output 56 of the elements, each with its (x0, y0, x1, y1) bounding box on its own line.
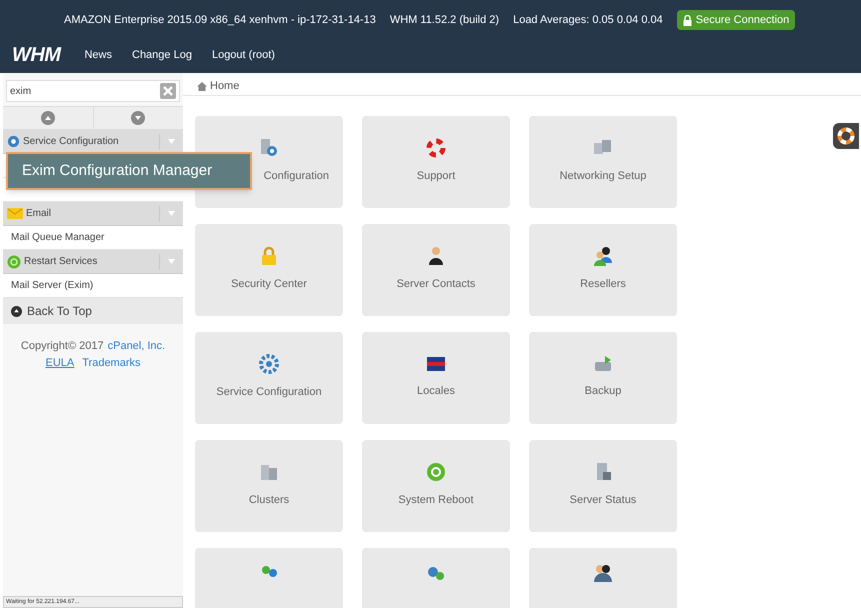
restart-icon (7, 254, 21, 268)
server-info: AMAZON Enterprise 2015.09 x86_64 xenhvm - ip-172-31-14-13 (64, 12, 376, 28)
back-to-top-link[interactable]: Back To Top (3, 298, 183, 324)
whm-logo[interactable]: WHM (12, 40, 60, 70)
sidebar-section-header[interactable]: Restart Services (3, 250, 183, 274)
tooltip: Exim Configuration Manager (6, 152, 252, 190)
load-averages: Load Averages: 0.05 0.04 0.04 (513, 12, 663, 28)
servers-icon (259, 462, 279, 482)
breadcrumb-home[interactable]: Home (210, 78, 240, 94)
tool-tile[interactable]: Security Center (195, 224, 343, 316)
tool-tile[interactable]: Support (362, 116, 510, 208)
copyright-text: Copyright© 2017 (20, 339, 104, 354)
person-icon (428, 246, 444, 266)
secure-connection-badge: Secure Connection (676, 10, 796, 30)
gear-icon (7, 135, 20, 148)
gear-icon (259, 354, 279, 374)
backup-drive-icon (593, 355, 613, 374)
lifebuoy-icon (426, 138, 446, 158)
whm-version: WHM 11.52.2 (build 2) (390, 12, 500, 28)
tool-tile[interactable]: Server Contacts (362, 224, 510, 316)
tool-tile[interactable]: Clusters (195, 440, 343, 532)
search-field[interactable]: exim (6, 80, 180, 102)
caret-icon (168, 139, 175, 144)
tool-tile[interactable]: Server Status (529, 440, 677, 532)
home-icon (197, 82, 207, 91)
search-input[interactable]: exim (10, 84, 130, 98)
company-link[interactable]: cPanel, Inc. (108, 338, 166, 354)
people-icon (593, 564, 613, 582)
sidebar-section-header[interactable]: Service Configuration (3, 130, 183, 154)
nav-link[interactable]: Change Log (132, 46, 192, 64)
caret-icon (168, 211, 175, 216)
tool-tile[interactable]: Service Configuration (195, 332, 343, 424)
nav-link[interactable]: Logout (root) (212, 46, 275, 64)
help-button[interactable] (833, 123, 859, 149)
clear-icon[interactable] (160, 83, 176, 99)
envelope-icon (7, 208, 23, 219)
nav-link[interactable]: News (84, 46, 112, 64)
people-icon (593, 246, 613, 266)
power-icon (426, 462, 446, 482)
caret-icon (168, 259, 175, 264)
trademarks-link[interactable]: Trademarks (82, 354, 141, 371)
tool-tile[interactable]: Resellers (529, 224, 677, 316)
padlock-icon (682, 14, 692, 26)
sidebar-section-header[interactable]: Email (3, 202, 183, 226)
server-icon (594, 462, 612, 482)
sidebar-item[interactable]: Mail Server (Exim) (3, 274, 183, 298)
padlock-icon (260, 246, 278, 266)
eula-link[interactable]: EULA (45, 354, 74, 371)
server-gear-icon (259, 138, 279, 158)
sidebar-item[interactable]: Mail Queue Manager (3, 226, 183, 250)
tool-tile[interactable]: Locales (362, 332, 510, 424)
tool-tile[interactable]: System Reboot (362, 440, 510, 532)
lifebuoy-icon (837, 127, 855, 145)
flag-icon (426, 355, 446, 374)
tool-tile[interactable]: Backup (529, 332, 677, 424)
tool-tile[interactable]: Networking Setup (529, 116, 677, 208)
